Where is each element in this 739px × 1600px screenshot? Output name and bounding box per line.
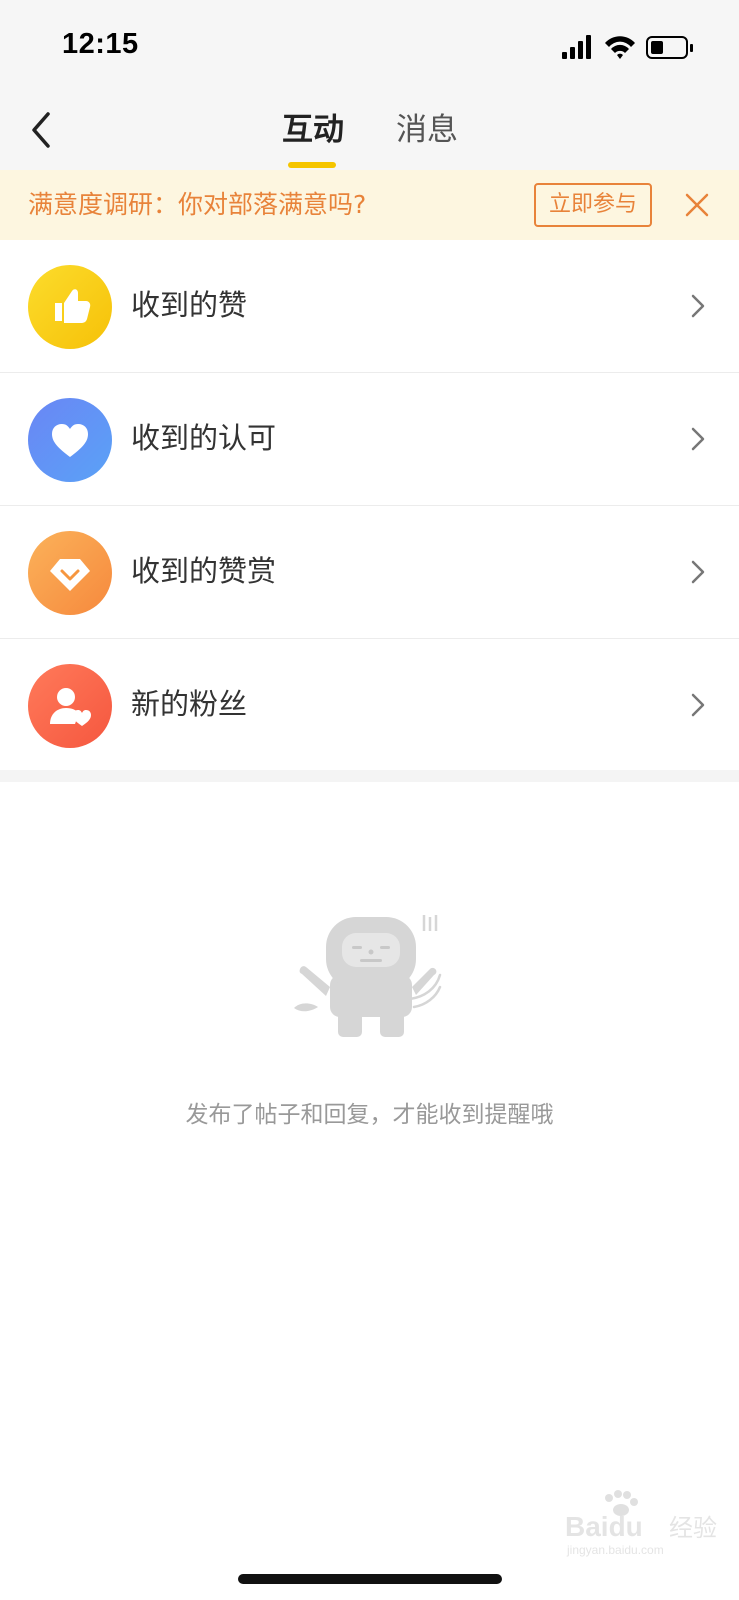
list-item-label: 新的粉丝	[131, 687, 248, 721]
baidu-watermark: Baidu 经验 jingyan.baidu.com	[565, 1490, 717, 1557]
nav-bar: 互动 消息	[0, 92, 739, 257]
watermark-suffix: 经验	[669, 1514, 717, 1542]
empty-state-mascot-icon	[294, 915, 442, 1037]
survey-text: 满意度调研：你对部落满意吗?	[28, 190, 367, 219]
chevron-right-icon	[691, 294, 705, 318]
survey-banner: 满意度调研：你对部落满意吗? 立即参与	[0, 170, 739, 240]
empty-state-message: 发布了帖子和回复，才能收到提醒哦	[185, 1102, 554, 1128]
user-heart-icon	[28, 664, 112, 748]
battery-icon	[646, 36, 693, 59]
back-button[interactable]	[24, 106, 60, 154]
watermark-url: jingyan.baidu.com	[566, 1543, 664, 1557]
status-icons	[560, 34, 710, 60]
section-divider	[0, 770, 739, 782]
chevron-right-icon	[691, 560, 705, 584]
tab-messages[interactable]: 消息	[396, 106, 458, 154]
wifi-icon	[605, 36, 635, 59]
close-survey-button[interactable]	[684, 192, 710, 218]
home-indicator	[238, 1574, 502, 1584]
list-item-label: 收到的赞赏	[131, 554, 277, 588]
notification-list: 收到的赞 收到的认可 收到的赞赏 新的粉丝	[0, 240, 739, 771]
watermark-brand: Baidu	[565, 1511, 643, 1542]
status-bar: 12:15	[0, 0, 739, 92]
chevron-left-icon	[32, 112, 50, 148]
list-item-label: 收到的认可	[131, 421, 277, 455]
active-tab-indicator	[288, 162, 336, 168]
list-item-label: 收到的赞	[131, 288, 248, 322]
chevron-right-icon	[691, 427, 705, 451]
thumbs-up-icon	[28, 265, 112, 349]
list-item-new-fans[interactable]: 新的粉丝	[0, 639, 739, 771]
list-item-approvals[interactable]: 收到的认可	[0, 373, 739, 506]
signal-icon	[562, 35, 591, 59]
heart-icon	[28, 398, 112, 482]
tab-interaction[interactable]: 互动	[282, 106, 344, 154]
diamond-icon	[28, 531, 112, 615]
join-survey-button[interactable]: 立即参与	[534, 183, 652, 227]
list-item-likes[interactable]: 收到的赞	[0, 240, 739, 373]
status-time: 12:15	[62, 28, 139, 60]
chevron-right-icon	[691, 693, 705, 717]
list-item-rewards[interactable]: 收到的赞赏	[0, 506, 739, 639]
close-icon	[685, 193, 709, 217]
